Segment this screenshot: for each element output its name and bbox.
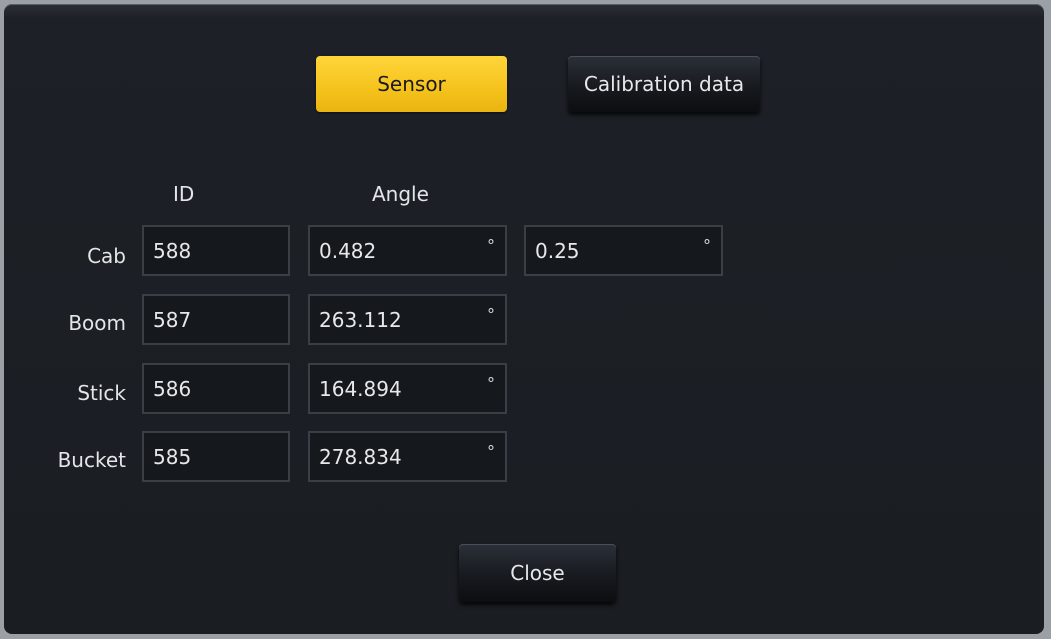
degree-icon: ° [703,236,711,255]
close-button-label: Close [510,561,565,585]
boom-id-value: 587 [153,307,192,332]
row-label-stick: Stick [77,381,126,405]
degree-icon: ° [487,374,495,393]
degree-icon: ° [487,236,495,255]
stick-angle-value: 164.894 [319,376,402,401]
stick-angle-field[interactable]: 164.894 ° [308,363,507,414]
degree-icon: ° [487,442,495,461]
stick-id-value: 586 [153,376,192,401]
cab-id-field[interactable]: 588 [142,225,290,276]
cab-id-value: 588 [153,238,192,263]
tab-sensor[interactable]: Sensor [316,56,507,112]
boom-angle-value: 263.112 [319,307,402,332]
tab-calibration-data[interactable]: Calibration data [568,56,760,112]
stick-id-field[interactable]: 586 [142,363,290,414]
row-label-boom: Boom [68,311,126,335]
cab-angle-value: 0.482 [319,238,377,263]
bucket-angle-field[interactable]: 278.834 ° [308,431,507,482]
column-header-angle: Angle [372,182,429,206]
cab-angle-field[interactable]: 0.482 ° [308,225,507,276]
boom-angle-field[interactable]: 263.112 ° [308,294,507,345]
close-button[interactable]: Close [459,544,616,602]
bucket-id-field[interactable]: 585 [142,431,290,482]
cab-extra-angle-value: 0.25 [535,238,580,263]
row-label-cab: Cab [87,244,126,268]
degree-icon: ° [487,305,495,324]
column-header-id: ID [173,182,195,206]
tab-sensor-label: Sensor [377,72,446,96]
sensor-dialog: Sensor Calibration data ID Angle Cab 588… [4,4,1044,634]
cab-extra-angle-field[interactable]: 0.25 ° [524,225,723,276]
tab-calibration-label: Calibration data [583,72,745,96]
row-label-bucket: Bucket [57,448,126,472]
bucket-angle-value: 278.834 [319,444,402,469]
bucket-id-value: 585 [153,444,192,469]
boom-id-field[interactable]: 587 [142,294,290,345]
